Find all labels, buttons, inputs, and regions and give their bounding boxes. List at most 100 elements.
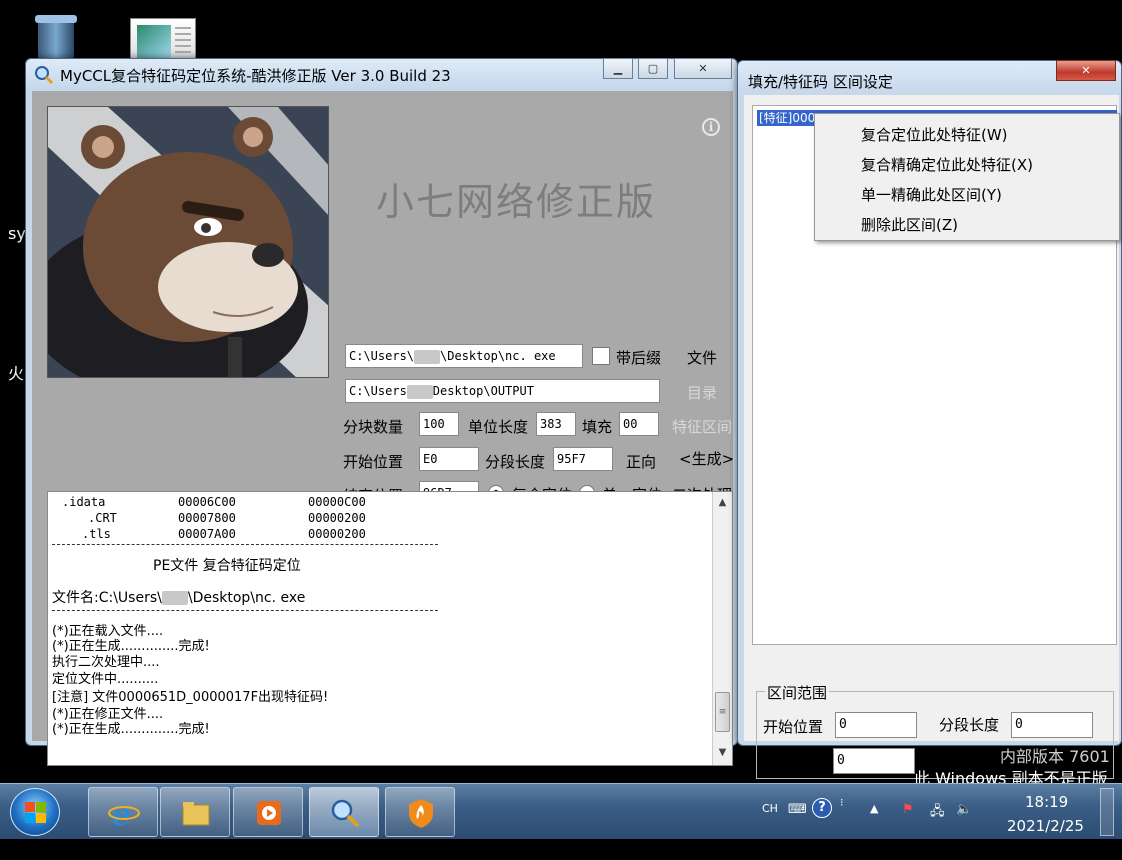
ctx-delete-range[interactable]: 删除此区间(Z) xyxy=(861,214,958,235)
range-end-input[interactable]: 0 xyxy=(833,748,915,774)
scroll-up-icon[interactable]: ▲ xyxy=(713,494,732,512)
range-seg-label: 分段长度 xyxy=(939,716,1000,734)
taskbar-security-button[interactable] xyxy=(385,787,455,837)
info-icon[interactable]: i xyxy=(702,118,720,136)
main-window-title: MyCCL复合特征码定位系统-酷洪修正版 Ver 3.0 Build 23 xyxy=(60,67,451,85)
recycle-bin-icon[interactable] xyxy=(28,14,84,62)
ctx-single-precise[interactable]: 单一精确此处区间(Y) xyxy=(861,184,1002,205)
log-line: 执行二次处理中.... xyxy=(52,655,160,670)
clock-date[interactable]: 2021/2/25 xyxy=(1007,817,1084,835)
ctx-composite-locate[interactable]: 复合定位此处特征(W) xyxy=(861,124,1008,145)
ime-settings-icon[interactable]: ⁝ xyxy=(840,796,844,809)
log-filename: 文件名:C:\Users\ \Desktop\nc. exe xyxy=(52,590,306,606)
log-scrollbar[interactable]: ▲ ≡ ▼ xyxy=(712,492,732,765)
ctx-composite-precise-locate[interactable]: 复合精确定位此处特征(X) xyxy=(861,154,1033,175)
folder-icon xyxy=(182,802,210,826)
magnifier-icon xyxy=(35,66,54,85)
log-panel[interactable]: .idata 00006C00 00000C00 .CRT 00007800 0… xyxy=(47,491,733,766)
shield-flame-icon xyxy=(409,799,433,828)
section-name: .idata xyxy=(62,495,106,509)
direction-label[interactable]: 正向 xyxy=(626,451,656,472)
help-icon[interactable]: ? xyxy=(812,798,832,818)
taskbar-ie-button[interactable]: e xyxy=(88,787,158,837)
fill-label: 填充 xyxy=(582,418,613,436)
action-center-flag-icon[interactable]: ⚑ xyxy=(902,802,914,817)
build-watermark: 内部版本 7601 xyxy=(1000,747,1110,766)
log-line: 定位文件中.......... xyxy=(52,672,159,687)
section-offset: 00007800 xyxy=(178,511,236,525)
media-player-icon xyxy=(257,801,281,825)
show-hidden-icons-icon[interactable]: ▲ xyxy=(870,802,878,815)
section-name: .CRT xyxy=(88,511,117,525)
log-line: (*)正在载入文件.... xyxy=(52,624,164,639)
section-offset: 00006C00 xyxy=(178,495,236,509)
minimize-button[interactable]: ▁ xyxy=(603,58,633,79)
taskbar-media-button[interactable] xyxy=(233,787,303,837)
masked-username xyxy=(414,349,441,364)
log-line: [注意] 文件0000651D_0000017F出现特征码! xyxy=(52,690,329,705)
output-path-input[interactable]: C:\Users Desktop\OUTPUT xyxy=(345,379,660,403)
suffix-checkbox-label: 带后缀 xyxy=(616,349,662,367)
input-language-indicator[interactable]: CH xyxy=(762,802,778,815)
desktop-side-text-1: sy xyxy=(8,224,26,243)
range-start-label: 开始位置 xyxy=(763,718,824,736)
unit-length-input[interactable]: 383 xyxy=(536,412,576,436)
maximize-button[interactable]: ▢ xyxy=(638,58,668,79)
segment-length-label: 分段长度 xyxy=(485,453,546,471)
taskbar-myccl-button[interactable] xyxy=(309,787,379,837)
svg-text:e: e xyxy=(112,798,131,829)
side-window-titlebar[interactable]: 填充/特征码 区间设定 ✕ xyxy=(738,60,1121,93)
separator xyxy=(52,610,438,611)
range-end-label: 结束位置 xyxy=(765,754,826,772)
range-group-title: 区间范围 xyxy=(765,682,830,703)
segment-length-input[interactable]: 95F7 xyxy=(553,447,613,471)
log-heading: PE文件 复合特征码定位 xyxy=(153,558,301,574)
side-window-title: 填充/特征码 区间设定 xyxy=(748,73,893,91)
section-size: 00000200 xyxy=(308,527,366,541)
separator xyxy=(52,544,438,545)
taskbar: e CH ⌨ ? ⁝ ▲ ⚑ 🖧 🔈 xyxy=(0,783,1122,839)
windows-logo-icon xyxy=(25,802,35,812)
close-button[interactable]: ✕ xyxy=(674,58,732,79)
range-settings-window: 填充/特征码 区间设定 ✕ [特征]0000651D_0000017F 复合定位… xyxy=(737,60,1122,779)
log-line: (*)正在生成..............完成! xyxy=(52,722,210,737)
block-count-label: 分块数量 xyxy=(343,418,404,436)
main-window-titlebar[interactable]: MyCCL复合特征码定位系统-酷洪修正版 Ver 3.0 Build 23 ▁ … xyxy=(26,58,737,89)
context-menu: 复合定位此处特征(W) 复合精确定位此处特征(X) 单一精确此处区间(Y) 删除… xyxy=(814,113,1120,241)
range-start-input[interactable]: 0 xyxy=(835,712,917,738)
show-desktop-button[interactable] xyxy=(1100,788,1114,836)
masked-username xyxy=(406,384,433,399)
log-line: (*)正在修正文件.... xyxy=(52,707,164,722)
range-seg-input[interactable]: 0 xyxy=(1011,712,1093,738)
log-content: .idata 00006C00 00000C00 .CRT 00007800 0… xyxy=(48,492,714,765)
main-client-area: 小七网络修正版 i C:\Users\ \Desktop\nc. exe 带后缀 … xyxy=(32,91,734,766)
side-close-button[interactable]: ✕ xyxy=(1056,60,1116,81)
network-icon[interactable]: 🖧 xyxy=(930,802,945,824)
internet-explorer-icon: e xyxy=(108,798,140,829)
fill-input[interactable]: 00 xyxy=(619,412,659,436)
log-line: (*)正在生成..............完成! xyxy=(52,639,210,654)
file-link[interactable]: 文件 xyxy=(687,347,717,368)
feature-range-link[interactable]: 特征区间 xyxy=(672,416,732,437)
unit-length-label: 单位长度 xyxy=(468,418,529,436)
desktop: sy 火 MyCCL复合特征码定位系统-酷洪修正版 Ver 3.0 Build … xyxy=(0,0,1122,860)
keyboard-icon[interactable]: ⌨ xyxy=(788,802,807,817)
bear-avatar-image xyxy=(47,106,329,378)
start-button[interactable] xyxy=(10,788,60,836)
desktop-app-icon[interactable] xyxy=(130,18,196,62)
start-pos-input[interactable]: E0 xyxy=(419,447,479,471)
file-path-input[interactable]: C:\Users\ \Desktop\nc. exe xyxy=(345,344,583,368)
suffix-checkbox[interactable] xyxy=(592,347,610,365)
clock-time[interactable]: 18:19 xyxy=(1025,793,1068,811)
scroll-thumb[interactable]: ≡ xyxy=(715,692,730,732)
brand-text: 小七网络修正版 xyxy=(376,180,657,224)
volume-icon[interactable]: 🔈 xyxy=(956,802,972,817)
taskbar-explorer-button[interactable] xyxy=(160,787,230,837)
dir-link[interactable]: 目录 xyxy=(687,382,717,403)
block-count-input[interactable]: 100 xyxy=(419,412,459,436)
start-pos-label: 开始位置 xyxy=(343,453,404,471)
section-name: .tls xyxy=(82,527,111,541)
scroll-down-icon[interactable]: ▼ xyxy=(713,744,732,762)
generate-link[interactable]: <生成> xyxy=(679,448,734,469)
desktop-side-text-2: 火 xyxy=(8,364,25,383)
